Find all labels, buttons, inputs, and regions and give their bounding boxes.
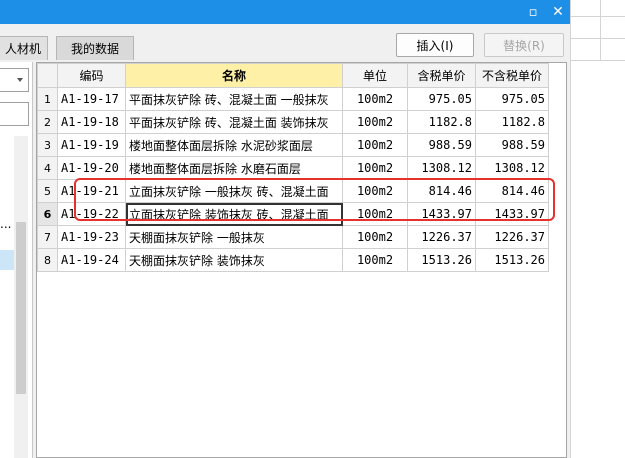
background-spreadsheet [570, 0, 625, 458]
table-row[interactable]: 2 A1-19-18 平面抹灰铲除 砖、混凝土面 装饰抹灰 100m2 1182.8 11… [37, 110, 549, 134]
left-scrollbar[interactable] [14, 136, 28, 458]
price-with-tax-cell[interactable]: 1308.12 [407, 156, 476, 180]
name-cell[interactable]: 平面抹灰铲除 砖、混凝土面 装饰抹灰 [125, 110, 343, 134]
category-dropdown[interactable] [0, 68, 29, 92]
row-number[interactable]: 5 [37, 179, 58, 203]
quota-table: 编码 名称 单位 含税单价 不含税单价 1 A1-19-17 平面抹灰铲除 砖、混凝… [37, 63, 549, 272]
minimize-icon[interactable]: ▫ [522, 0, 544, 24]
price-without-tax-cell[interactable]: 1513.26 [475, 248, 549, 272]
code-cell[interactable]: A1-19-19 [57, 133, 126, 157]
tree-item-selected[interactable] [0, 250, 14, 270]
price-without-tax-cell[interactable]: 1182.8 [475, 110, 549, 134]
grid-line [600, 0, 601, 60]
table-row[interactable]: 3 A1-19-19 楼地面整体面层拆除 水泥砂浆面层 100m2 988.59 988.… [37, 133, 549, 157]
column-header-price-without-tax[interactable]: 不含税单价 [475, 63, 549, 88]
unit-cell[interactable]: 100m2 [342, 156, 408, 180]
row-number[interactable]: 4 [37, 156, 58, 180]
column-header-unit[interactable]: 单位 [342, 63, 408, 88]
unit-cell[interactable]: 100m2 [342, 133, 408, 157]
row-number[interactable]: 3 [37, 133, 58, 157]
insert-button[interactable]: 插入(I) [396, 33, 474, 57]
annotation-highlight-box [74, 178, 555, 221]
row-number[interactable]: 7 [37, 225, 58, 249]
table-row[interactable]: 7 A1-19-23 天棚面抹灰铲除 一般抹灰 100m2 1226.37 1226.37 [37, 225, 549, 249]
name-cell[interactable]: 平面抹灰铲除 砖、混凝土面 一般抹灰 [125, 87, 343, 111]
quota-grid-panel: 编码 名称 单位 含税单价 不含税单价 1 A1-19-17 平面抹灰铲除 砖、混凝… [36, 62, 567, 458]
price-with-tax-cell[interactable]: 988.59 [407, 133, 476, 157]
unit-cell[interactable]: 100m2 [342, 248, 408, 272]
price-without-tax-cell[interactable]: 1308.12 [475, 156, 549, 180]
row-number[interactable]: 8 [37, 248, 58, 272]
price-with-tax-cell[interactable]: 975.05 [407, 87, 476, 111]
row-number[interactable]: 2 [37, 110, 58, 134]
name-cell[interactable]: 楼地面整体面层拆除 水泥砂浆面层 [125, 133, 343, 157]
tree-item-truncated[interactable]: ... [0, 217, 11, 231]
code-cell[interactable]: A1-19-23 [57, 225, 126, 249]
corner-cell[interactable] [37, 63, 58, 88]
table-row[interactable]: 8 A1-19-24 天棚面抹灰铲除 装饰抹灰 100m2 1513.26 1513.26 [37, 248, 549, 272]
filter-input[interactable] [0, 102, 29, 126]
grid-line [570, 16, 625, 17]
price-with-tax-cell[interactable]: 1182.8 [407, 110, 476, 134]
scrollbar-thumb[interactable] [16, 222, 26, 394]
tab-labor-material-machine[interactable]: 人材机 [0, 36, 48, 60]
table-row[interactable]: 1 A1-19-17 平面抹灰铲除 砖、混凝土面 一般抹灰 100m2 975.05 97… [37, 87, 549, 111]
grid-line [570, 38, 625, 39]
price-without-tax-cell[interactable]: 975.05 [475, 87, 549, 111]
unit-cell[interactable]: 100m2 [342, 87, 408, 111]
unit-cell[interactable]: 100m2 [342, 225, 408, 249]
price-with-tax-cell[interactable]: 1513.26 [407, 248, 476, 272]
row-number[interactable]: 6 [37, 202, 58, 226]
left-panel: ... [0, 62, 33, 458]
unit-cell[interactable]: 100m2 [342, 110, 408, 134]
code-cell[interactable]: A1-19-24 [57, 248, 126, 272]
tab-bar: 人材机 我的数据 插入(I) 替换(R) [0, 24, 570, 62]
tab-my-data[interactable]: 我的数据 [56, 36, 134, 60]
name-cell[interactable]: 楼地面整体面层拆除 水磨石面层 [125, 156, 343, 180]
column-header-name[interactable]: 名称 [125, 63, 343, 88]
close-icon[interactable]: ✕ [547, 0, 569, 24]
chevron-down-icon [17, 78, 23, 82]
code-cell[interactable]: A1-19-18 [57, 110, 126, 134]
price-without-tax-cell[interactable]: 988.59 [475, 133, 549, 157]
name-cell[interactable]: 天棚面抹灰铲除 装饰抹灰 [125, 248, 343, 272]
price-without-tax-cell[interactable]: 1226.37 [475, 225, 549, 249]
column-header-code[interactable]: 编码 [57, 63, 126, 88]
grid-line [570, 0, 571, 458]
replace-button[interactable]: 替换(R) [484, 33, 564, 57]
title-bar: ▫ ✕ [0, 0, 570, 24]
row-number[interactable]: 1 [37, 87, 58, 111]
table-header-row: 编码 名称 单位 含税单价 不含税单价 [37, 63, 549, 88]
dialog-window: ▫ ✕ 人材机 我的数据 插入(I) 替换(R) ... 编码 名称 单位 含税… [0, 0, 625, 458]
price-with-tax-cell[interactable]: 1226.37 [407, 225, 476, 249]
table-row[interactable]: 4 A1-19-20 楼地面整体面层拆除 水磨石面层 100m2 1308.12 1308… [37, 156, 549, 180]
name-cell[interactable]: 天棚面抹灰铲除 一般抹灰 [125, 225, 343, 249]
grid-line [570, 60, 625, 61]
code-cell[interactable]: A1-19-20 [57, 156, 126, 180]
column-header-price-with-tax[interactable]: 含税单价 [407, 63, 476, 88]
code-cell[interactable]: A1-19-17 [57, 87, 126, 111]
